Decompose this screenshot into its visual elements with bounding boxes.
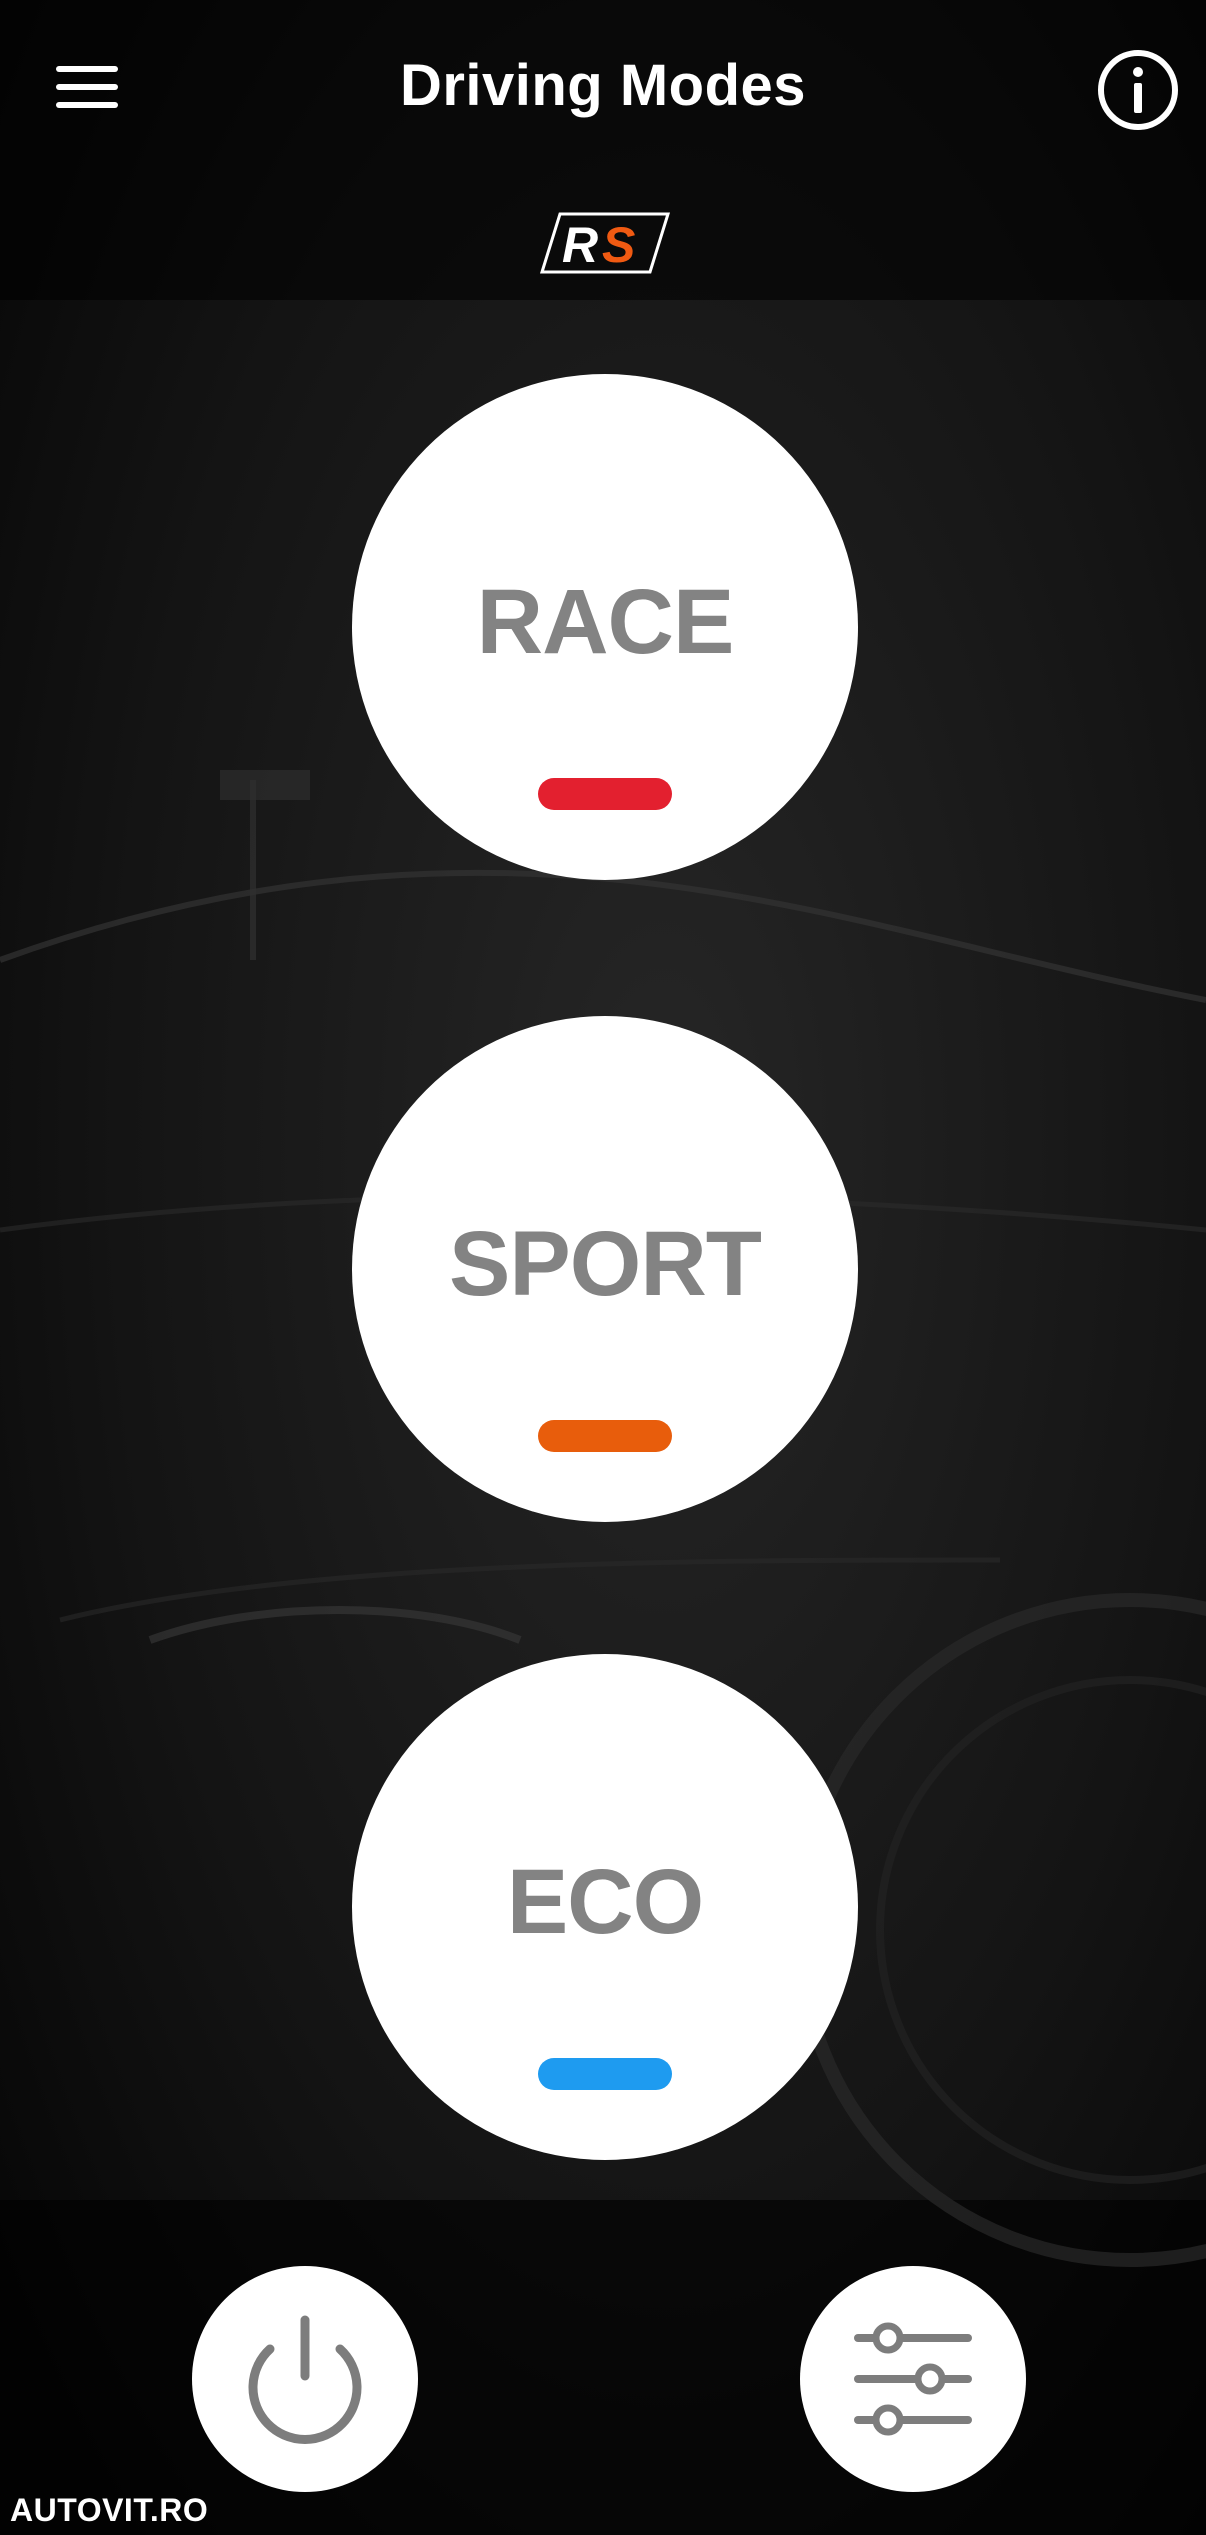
eco-mode-button[interactable]: ECO xyxy=(352,1654,858,2160)
race-mode-button[interactable]: RACE xyxy=(352,374,858,880)
sport-mode-label: SPORT xyxy=(449,1213,762,1315)
power-button[interactable] xyxy=(192,2266,418,2492)
app-header: Driving Modes xyxy=(0,0,1206,190)
settings-button[interactable] xyxy=(800,2266,1026,2492)
eco-mode-indicator xyxy=(538,2058,672,2090)
eco-mode-label: ECO xyxy=(506,1851,704,1953)
sport-mode-button[interactable]: SPORT xyxy=(352,1016,858,1522)
watermark: AUTOVIT.RO xyxy=(10,2492,209,2528)
power-icon xyxy=(248,2315,362,2444)
sliders-icon xyxy=(854,2322,972,2436)
race-mode-label: RACE xyxy=(476,571,735,673)
page-title: Driving Modes xyxy=(399,53,807,118)
rs-logo: R S xyxy=(540,212,670,274)
info-circle-icon xyxy=(1098,50,1178,130)
driving-modes-screen: Driving Modes R S RACE SPORT ECO AUTOVIT… xyxy=(0,0,1206,2535)
logo-letter-r: R xyxy=(562,217,598,273)
sport-mode-indicator xyxy=(538,1420,672,1452)
svg-text:S: S xyxy=(602,217,635,273)
info-button[interactable] xyxy=(1096,48,1180,132)
race-mode-indicator xyxy=(538,778,672,810)
